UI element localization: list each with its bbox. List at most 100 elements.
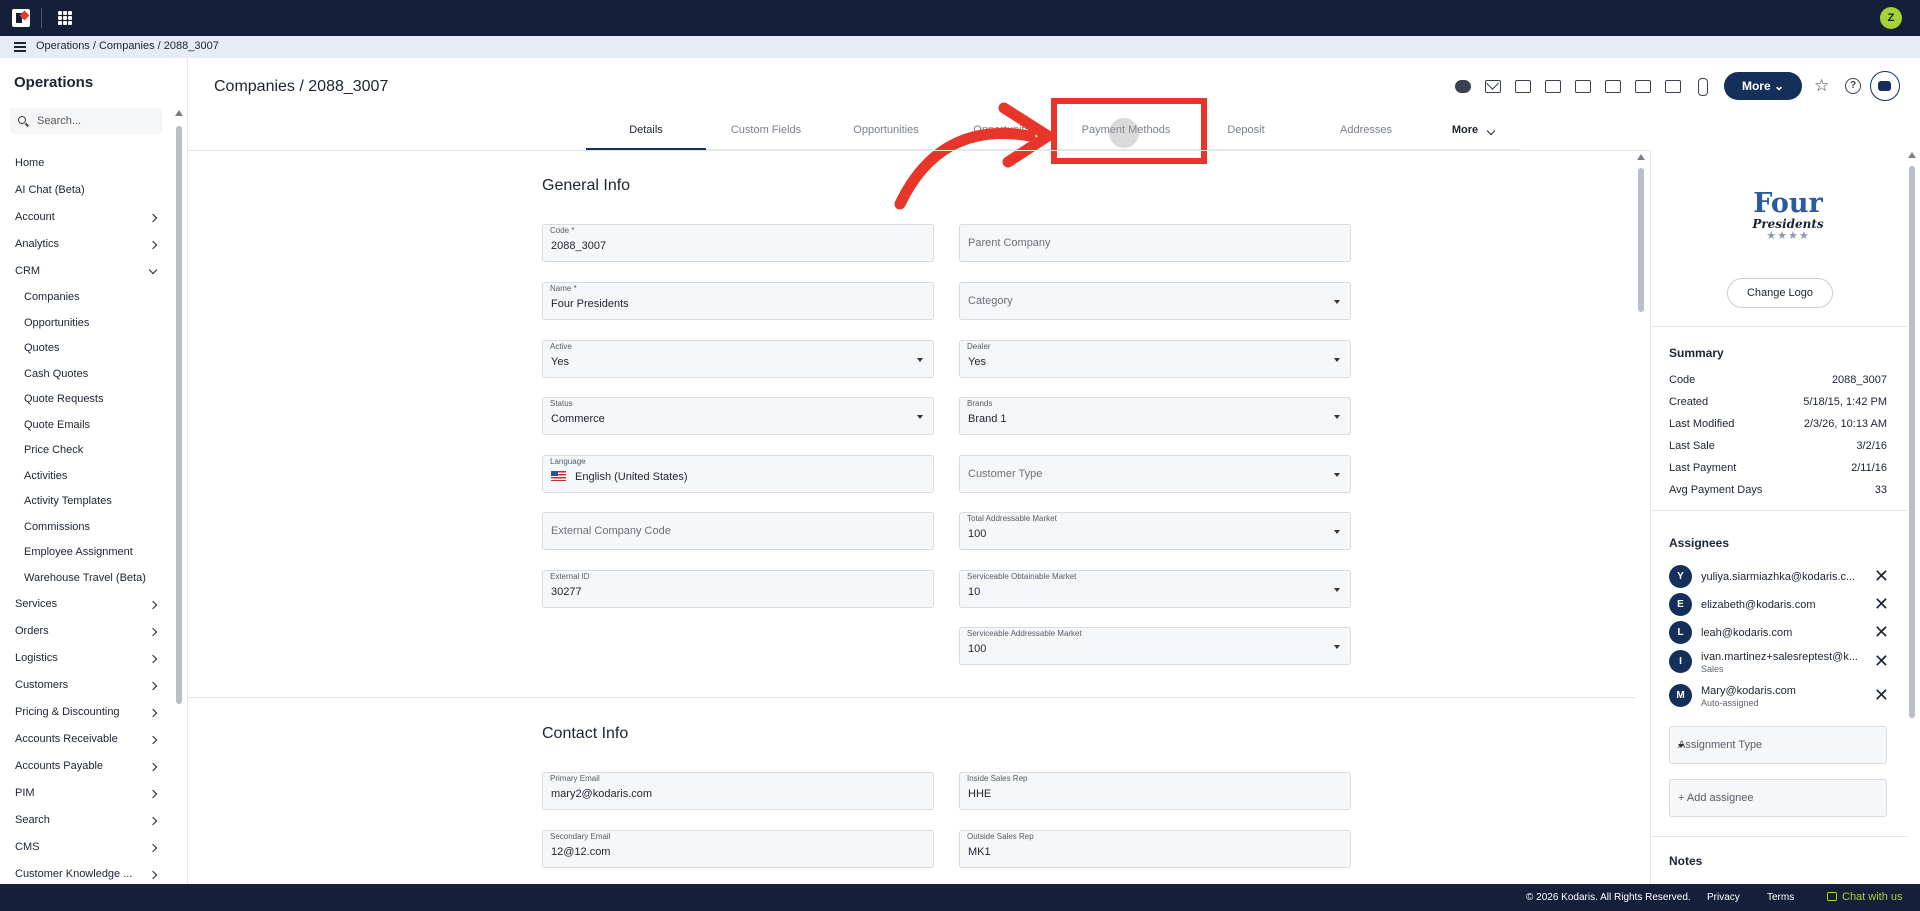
- brands-select[interactable]: Brands Brand 1: [959, 397, 1351, 435]
- sidebar-item-warehouse-travel-beta[interactable]: Warehouse Travel (Beta): [0, 566, 170, 592]
- tab-addresses[interactable]: Addresses: [1306, 118, 1426, 150]
- secondary-email-field[interactable]: Secondary Email 12@12.com: [542, 830, 934, 868]
- external-company-code-field[interactable]: External Company Code: [542, 512, 934, 550]
- sidebar-item-cms[interactable]: CMS: [0, 834, 170, 861]
- code-field[interactable]: Code * 2088_3007: [542, 224, 934, 262]
- sidebar-item-quotes[interactable]: Quotes: [0, 336, 170, 362]
- sidebar-item-activities[interactable]: Activities: [0, 464, 170, 490]
- ai-assistant-icon[interactable]: [1870, 71, 1900, 101]
- building-icon[interactable]: [1572, 76, 1592, 96]
- notes-title: Notes: [1669, 854, 1703, 868]
- remove-assignee-icon[interactable]: ✕: [1874, 686, 1889, 704]
- sidebar-item-pim[interactable]: PIM: [0, 780, 170, 807]
- right-panel-scrollbar[interactable]: [1907, 150, 1917, 884]
- assignee-email: yuliya.siarmiazhka@kodaris.c...: [1701, 571, 1856, 583]
- active-select[interactable]: Active Yes: [542, 340, 934, 378]
- dealer-select[interactable]: Dealer Yes: [959, 340, 1351, 378]
- main-scrollbar[interactable]: [1636, 152, 1646, 882]
- total-addressable-market-select[interactable]: Total Addressable Market 100: [959, 512, 1351, 550]
- category-select[interactable]: Category: [959, 282, 1351, 320]
- payment-card-icon[interactable]: [1512, 76, 1532, 96]
- sidebar-item-opportunities[interactable]: Opportunities: [0, 311, 170, 337]
- sidebar-item-accounts-receivable[interactable]: Accounts Receivable: [0, 726, 170, 753]
- outside-sales-rep-field[interactable]: Outside Sales Rep MK1: [959, 830, 1351, 868]
- parent-company-field[interactable]: Parent Company: [959, 224, 1351, 262]
- sidebar-scrollbar[interactable]: [175, 110, 183, 880]
- dropdown-caret-icon: [917, 358, 923, 362]
- sidebar-item-quote-requests[interactable]: Quote Requests: [0, 387, 170, 413]
- name-field[interactable]: Name * Four Presidents: [542, 282, 934, 320]
- sidebar-item-orders[interactable]: Orders: [0, 618, 170, 645]
- serviceable-obtainable-market-select[interactable]: Serviceable Obtainable Market 10: [959, 570, 1351, 608]
- chat-with-us-link[interactable]: Chat with us: [1826, 891, 1903, 903]
- breadcrumb[interactable]: Operations / Companies / 2088_3007: [36, 40, 219, 52]
- sidebar-item-commissions[interactable]: Commissions: [0, 515, 170, 541]
- scrollbar-thumb[interactable]: [176, 126, 182, 704]
- remove-assignee-icon[interactable]: ✕: [1874, 623, 1889, 641]
- contact-info-title: Contact Info: [542, 725, 629, 742]
- scroll-up-icon[interactable]: [175, 110, 183, 116]
- chevron-right-icon: [148, 762, 158, 772]
- sidebar-item-account[interactable]: Account: [0, 204, 170, 231]
- present-screen-icon[interactable]: [1602, 76, 1622, 96]
- external-id-field[interactable]: External ID 30277: [542, 570, 934, 608]
- remove-assignee-icon[interactable]: ✕: [1874, 567, 1889, 585]
- privacy-link[interactable]: Privacy: [1707, 892, 1740, 903]
- sidebar-item-companies[interactable]: Companies: [0, 285, 170, 311]
- sidebar-item-analytics[interactable]: Analytics: [0, 231, 170, 258]
- apps-grid-icon[interactable]: [58, 11, 72, 25]
- sidebar-item-activity-templates[interactable]: Activity Templates: [0, 489, 170, 515]
- remove-assignee-icon[interactable]: ✕: [1874, 595, 1889, 613]
- attachment-icon[interactable]: [1692, 76, 1712, 96]
- sidebar-item-price-check[interactable]: Price Check: [0, 438, 170, 464]
- tab-custom-fields[interactable]: Custom Fields: [706, 118, 826, 150]
- sidebar-item-pricing-discounting[interactable]: Pricing & Discounting: [0, 699, 170, 726]
- sidebar-item-ai-chat-beta[interactable]: AI Chat (Beta): [0, 177, 170, 204]
- kodaris-logo-icon[interactable]: [12, 9, 30, 27]
- add-person-icon[interactable]: [1632, 76, 1652, 96]
- sidebar-item-employee-assignment[interactable]: Employee Assignment: [0, 540, 170, 566]
- change-logo-button[interactable]: Change Logo: [1727, 278, 1833, 308]
- primary-email-field[interactable]: Primary Email mary2@kodaris.com: [542, 772, 934, 810]
- scrollbar-thumb[interactable]: [1909, 166, 1915, 718]
- more-actions-button[interactable]: More ⌄: [1724, 72, 1802, 100]
- sidebar-item-accounts-payable[interactable]: Accounts Payable: [0, 753, 170, 780]
- favorite-star-icon[interactable]: ☆: [1814, 76, 1829, 96]
- language-select[interactable]: Language English (United States): [542, 455, 934, 493]
- sidebar-item-quote-emails[interactable]: Quote Emails: [0, 413, 170, 439]
- sidebar-item-customers[interactable]: Customers: [0, 672, 170, 699]
- cloud-upload-icon[interactable]: [1452, 76, 1472, 96]
- add-document-icon[interactable]: [1662, 76, 1682, 96]
- summary-row: Avg Payment Days 33: [1669, 484, 1887, 496]
- chevron-right-icon: [148, 843, 158, 853]
- menu-toggle-icon[interactable]: [14, 42, 26, 52]
- terms-link[interactable]: Terms: [1767, 892, 1794, 903]
- chevron-right-icon: [148, 870, 158, 880]
- tab-details[interactable]: Details: [586, 118, 706, 150]
- storefront-icon[interactable]: [1542, 76, 1562, 96]
- assignment-type-select[interactable]: Assignment Type: [1669, 726, 1887, 764]
- remove-assignee-icon[interactable]: ✕: [1874, 652, 1889, 670]
- sidebar-item-services[interactable]: Services: [0, 591, 170, 618]
- sidebar-item-logistics[interactable]: Logistics: [0, 645, 170, 672]
- email-icon[interactable]: [1482, 76, 1502, 96]
- sidebar-item-search[interactable]: Search: [0, 807, 170, 834]
- add-assignee-input[interactable]: + Add assignee: [1669, 779, 1887, 817]
- sidebar-item-crm[interactable]: CRM: [0, 258, 170, 285]
- sidebar-search-input[interactable]: Search...: [10, 108, 162, 134]
- customer-type-select[interactable]: Customer Type: [959, 455, 1351, 493]
- sidebar-item-home[interactable]: Home: [0, 150, 170, 177]
- inside-sales-rep-field[interactable]: Inside Sales Rep HHE: [959, 772, 1351, 810]
- scroll-up-icon[interactable]: [1637, 154, 1645, 160]
- scroll-up-icon[interactable]: [1908, 152, 1916, 158]
- user-avatar[interactable]: Z: [1880, 7, 1902, 29]
- status-select[interactable]: Status Commerce: [542, 397, 934, 435]
- chevron-right-icon: [148, 735, 158, 745]
- help-icon[interactable]: ?: [1845, 78, 1861, 94]
- scrollbar-thumb[interactable]: [1638, 168, 1644, 312]
- serviceable-addressable-market-select[interactable]: Serviceable Addressable Market 100: [959, 627, 1351, 665]
- tab-more[interactable]: More: [1426, 118, 1520, 150]
- summary-row: Code 2088_3007: [1669, 374, 1887, 386]
- assignee-avatar: L: [1669, 621, 1692, 644]
- sidebar-item-cash-quotes[interactable]: Cash Quotes: [0, 362, 170, 388]
